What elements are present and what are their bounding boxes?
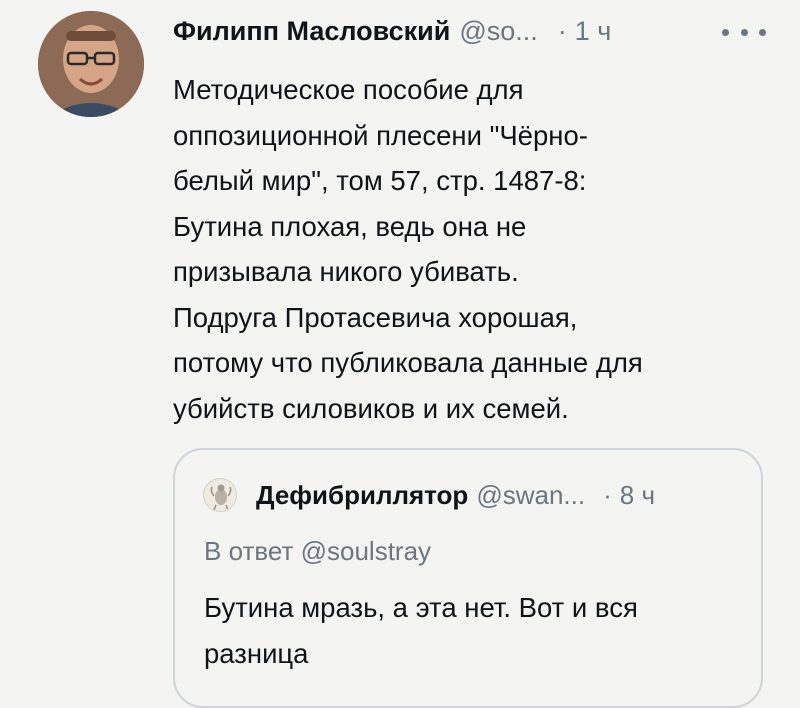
quoted-author-handle[interactable]: @swan... (476, 480, 585, 511)
quoted-author-name[interactable]: Дефибриллятор (256, 480, 468, 511)
quoted-tweet-header: Дефибриллятор @swan... · 8 ч (256, 480, 655, 511)
tweet-text-line: Подруга Протасевича хорошая, (173, 301, 578, 333)
tweet-text-line: призывала никого убивать. (173, 256, 519, 287)
tweet-text-line: Методическое пособие для (173, 74, 524, 105)
tweet-text-line: Бутина плохая, ведь она не (173, 210, 527, 242)
quoted-author-avatar[interactable] (203, 478, 237, 512)
separator-dot: · (557, 16, 567, 46)
tweet-text-line: оппозиционной плесени "Чёрно- (173, 119, 588, 151)
tweet-text: Методическое пособие для оппозиционной п… (173, 67, 773, 431)
tweet-timestamp[interactable]: 1 ч (575, 16, 612, 47)
author-avatar[interactable] (38, 11, 144, 117)
quoted-tweet-timestamp[interactable]: 8 ч (620, 480, 655, 511)
quoted-tweet-card[interactable]: Дефибриллятор @swan... · 8 ч В ответ @so… (173, 448, 763, 708)
quoted-text-line: разница (204, 638, 309, 669)
more-horizontal-icon[interactable] (722, 20, 766, 44)
author-handle[interactable]: @so... (459, 16, 537, 47)
author-name[interactable]: Филипп Масловский (173, 16, 450, 47)
tweet-header: Филипп Масловский @so... · 1 ч (173, 16, 611, 50)
tweet-text-line: белый мир", том 57, стр. 1487-8: (173, 165, 587, 196)
quoted-tweet-text: Бутина мразь, а эта нет. Вот и вся разни… (204, 585, 744, 677)
separator-dot: · (603, 480, 612, 510)
tweet-text-line: потому что публиковала данные для (173, 347, 643, 378)
tweet: Филипп Масловский @so... · 1 ч Методичес… (0, 0, 800, 708)
reply-to-label[interactable]: В ответ @soulstray (204, 536, 431, 567)
tweet-text-line: убийств силовиков и их семей. (173, 392, 569, 424)
quoted-text-line: Бутина мразь, а эта нет. Вот и вся (204, 592, 638, 623)
